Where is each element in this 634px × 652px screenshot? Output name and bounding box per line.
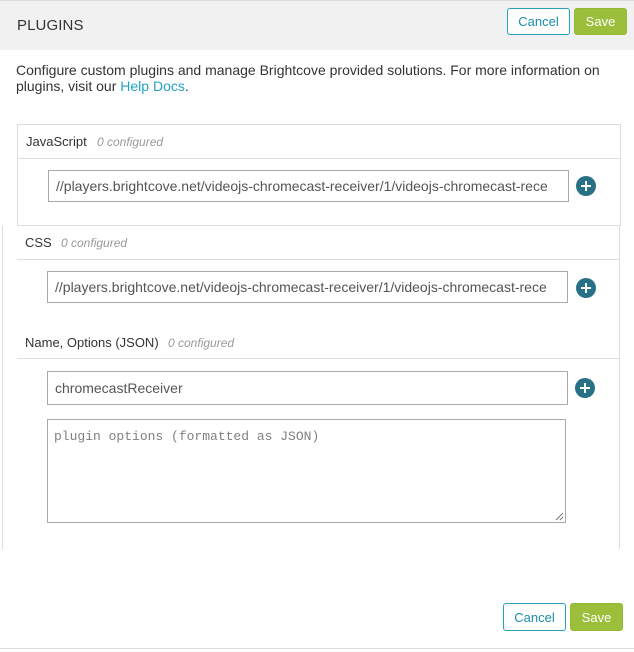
javascript-section-header: JavaScript 0 configured <box>18 125 620 159</box>
plugins-header: PLUGINS Cancel Save <box>0 0 634 50</box>
css-count: 0 configured <box>61 236 128 250</box>
panel-left-border <box>2 226 3 549</box>
cancel-button[interactable]: Cancel <box>507 8 570 35</box>
plugin-options-placeholder: plugin options (formatted as JSON) <box>54 429 320 444</box>
plugin-name-input[interactable]: chromecastReceiver <box>47 371 568 405</box>
panel-right-border <box>619 226 620 549</box>
footer-save-button[interactable]: Save <box>570 603 623 631</box>
css-url-input[interactable]: //players.brightcove.net/videojs-chromec… <box>47 271 568 303</box>
intro-description: Configure custom plugins and manage Brig… <box>16 62 600 94</box>
javascript-count: 0 configured <box>97 135 164 149</box>
footer-divider <box>0 648 634 649</box>
add-javascript-plus-circle-icon[interactable] <box>576 176 596 196</box>
page-title: PLUGINS <box>17 17 84 34</box>
json-section-divider <box>17 358 620 359</box>
footer-cancel-button[interactable]: Cancel <box>503 603 566 631</box>
resize-handle-icon[interactable] <box>555 512 564 521</box>
intro-text: Configure custom plugins and manage Brig… <box>16 62 621 94</box>
css-label: CSS <box>25 235 52 250</box>
json-count: 0 configured <box>168 336 235 350</box>
add-json-plus-circle-icon[interactable] <box>575 378 595 398</box>
javascript-label: JavaScript <box>26 134 87 149</box>
plugin-options-textarea[interactable]: plugin options (formatted as JSON) <box>47 419 566 523</box>
javascript-url-input[interactable]: //players.brightcove.net/videojs-chromec… <box>48 170 569 202</box>
add-css-plus-circle-icon[interactable] <box>576 278 596 298</box>
intro-suffix: . <box>184 78 189 94</box>
help-docs-link[interactable]: Help Docs <box>120 78 185 94</box>
save-button[interactable]: Save <box>574 8 627 35</box>
json-label: Name, Options (JSON) <box>25 335 159 350</box>
css-section-divider <box>17 259 620 260</box>
